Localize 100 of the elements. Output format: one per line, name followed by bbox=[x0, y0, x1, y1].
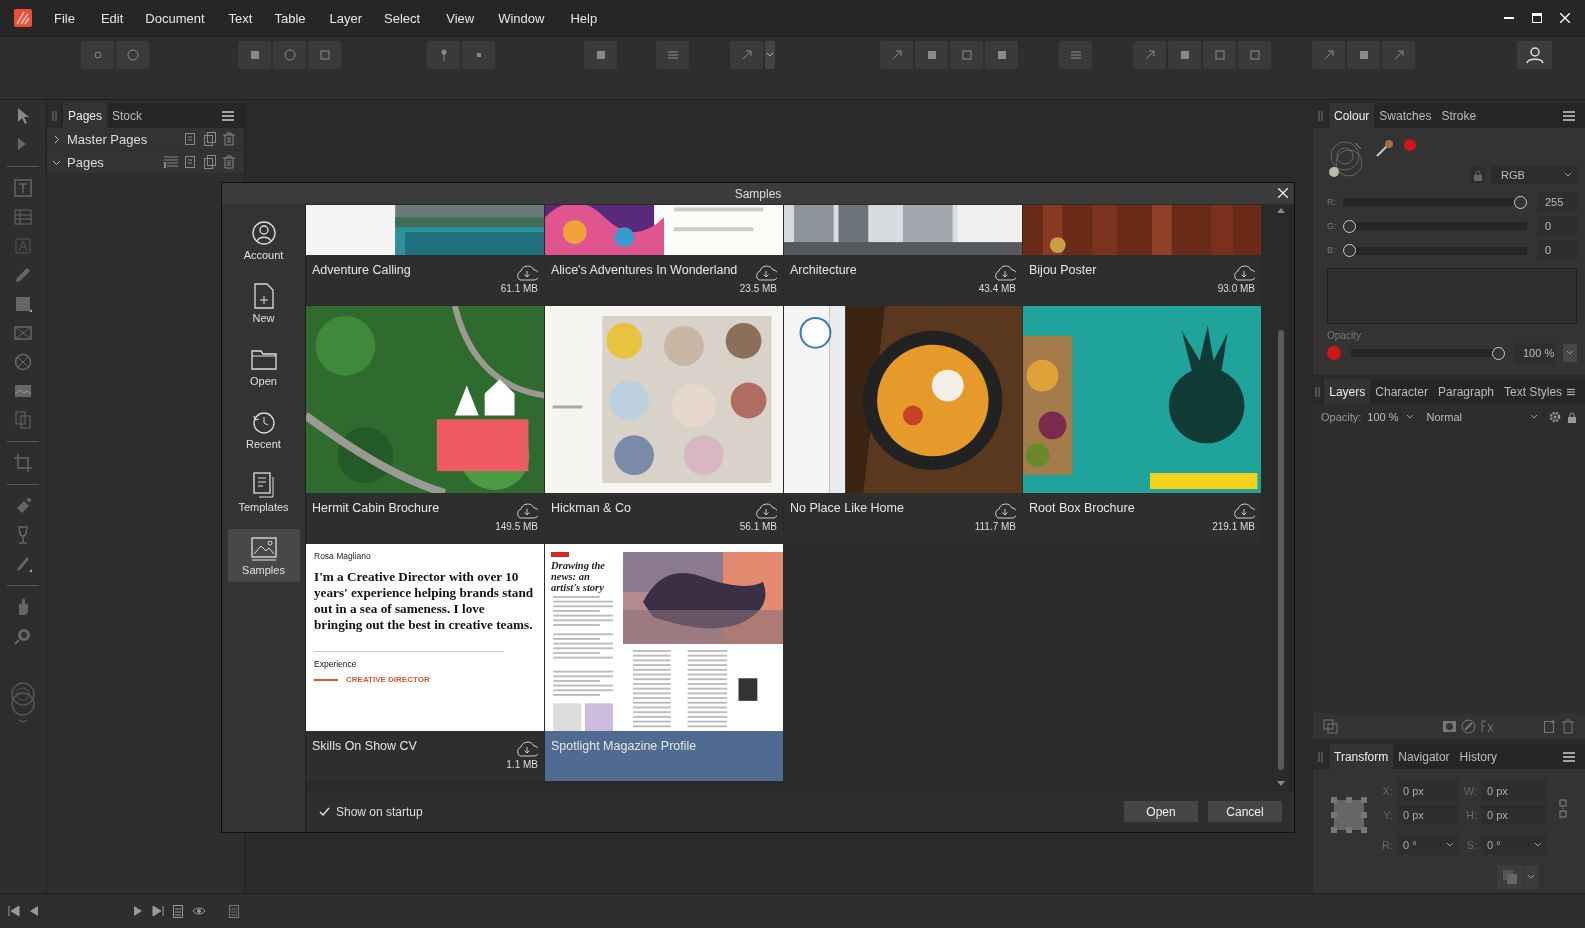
input-field[interactable]: 0 px bbox=[1397, 805, 1459, 825]
toolbar-button[interactable] bbox=[1133, 41, 1166, 69]
dropdown-field[interactable]: 0 ° bbox=[1481, 835, 1547, 855]
toolbar-button[interactable] bbox=[880, 41, 913, 69]
panel-tab[interactable]: Paragraph bbox=[1433, 379, 1500, 404]
slider-track[interactable] bbox=[1351, 346, 1505, 360]
dropdown-button[interactable] bbox=[765, 41, 775, 69]
toolbar-button[interactable] bbox=[273, 41, 306, 69]
toolbar-button[interactable] bbox=[1347, 41, 1380, 69]
toolbar-button[interactable] bbox=[1238, 41, 1271, 69]
slider-thumb[interactable] bbox=[1492, 346, 1505, 360]
colour-model-dropdown[interactable]: RGB bbox=[1491, 166, 1577, 184]
sample-tile[interactable]: Hickman & Co 56.1 MB bbox=[545, 306, 783, 543]
panel-tab[interactable]: Swatches bbox=[1374, 103, 1437, 128]
input-field[interactable]: 0 px bbox=[1481, 781, 1547, 801]
toolbar-button[interactable] bbox=[116, 41, 149, 69]
lock-icon bbox=[1567, 411, 1577, 423]
add-layer-icon bbox=[1543, 718, 1557, 734]
sample-tile[interactable]: Hermit Cabin Brochure 149.5 MB bbox=[306, 306, 544, 543]
slider-track[interactable] bbox=[1343, 243, 1527, 257]
menu-item[interactable]: Document bbox=[145, 10, 223, 26]
toolbar-button[interactable] bbox=[1168, 41, 1201, 69]
sample-tile[interactable]: Bijou Poster 93.0 MB bbox=[1023, 205, 1261, 305]
dropdown-field[interactable]: 0 ° bbox=[1397, 835, 1459, 855]
toolbar-button[interactable] bbox=[427, 41, 460, 69]
sample-tile[interactable]: Adventure Calling 61.1 MB bbox=[306, 205, 544, 305]
menu-item[interactable]: View bbox=[446, 10, 493, 26]
slider-label: B: bbox=[1327, 245, 1337, 255]
sample-tile[interactable]: No Place Like Home 111.7 MB bbox=[784, 306, 1022, 543]
toolbar-button[interactable] bbox=[81, 41, 114, 69]
toolbar-button[interactable] bbox=[1203, 41, 1236, 69]
value-field[interactable]: 100 % bbox=[1515, 343, 1555, 363]
menu-icon[interactable] bbox=[1567, 386, 1575, 397]
menu-item[interactable]: Select bbox=[384, 10, 439, 26]
panel-tab[interactable]: Pages bbox=[63, 103, 108, 128]
menu-icon[interactable] bbox=[1563, 751, 1575, 762]
slider-track[interactable] bbox=[1343, 219, 1527, 233]
panel-tab[interactable]: Colour bbox=[1329, 103, 1375, 128]
menu-icon[interactable] bbox=[222, 110, 234, 121]
sample-tile[interactable]: Root Box Brochure 219.1 MB bbox=[1023, 306, 1261, 543]
blend-mode-dropdown[interactable]: Normal bbox=[1418, 407, 1543, 427]
zoom-icon bbox=[13, 626, 33, 646]
panel-tab[interactable]: Transform bbox=[1329, 744, 1394, 769]
slider-thumb[interactable] bbox=[1343, 219, 1356, 233]
menu-item[interactable]: Text bbox=[228, 10, 271, 26]
nav-item[interactable]: Recent bbox=[227, 403, 300, 456]
panel-tab[interactable]: Stroke bbox=[1436, 103, 1482, 128]
toolbar-button[interactable] bbox=[238, 41, 271, 69]
toolbar-button[interactable] bbox=[985, 41, 1018, 69]
expand-toggle[interactable] bbox=[52, 134, 61, 144]
slider-track[interactable] bbox=[1343, 195, 1527, 209]
nav-item[interactable]: Open bbox=[227, 340, 300, 393]
dialog-button[interactable]: Open bbox=[1124, 801, 1198, 822]
slider-thumb[interactable] bbox=[1514, 195, 1527, 209]
panel-tab[interactable]: Layers bbox=[1324, 379, 1371, 404]
menu-item[interactable]: Edit bbox=[100, 10, 142, 26]
dropdown-button[interactable] bbox=[1563, 344, 1577, 362]
input-field[interactable]: 0 px bbox=[1481, 805, 1547, 825]
dialog-button[interactable]: Cancel bbox=[1208, 801, 1282, 822]
checkbox[interactable] bbox=[318, 805, 330, 818]
value-field[interactable]: 0 bbox=[1537, 216, 1577, 236]
panel-tab[interactable]: History bbox=[1454, 744, 1502, 769]
panel-tab[interactable]: Character bbox=[1370, 379, 1433, 404]
account-button[interactable] bbox=[1517, 41, 1552, 69]
file-size: 61.1 MB bbox=[500, 283, 538, 294]
opacity-dropdown[interactable]: 100 % bbox=[1367, 411, 1413, 423]
toolbar-button[interactable] bbox=[915, 41, 948, 69]
arrange-button[interactable] bbox=[1497, 865, 1523, 889]
toolbar-button[interactable] bbox=[1312, 41, 1345, 69]
panel-tab[interactable]: Stock bbox=[107, 103, 148, 128]
value-field[interactable]: 0 bbox=[1537, 240, 1577, 260]
nav-item[interactable]: New bbox=[227, 277, 300, 330]
toolbar-button[interactable] bbox=[1059, 41, 1092, 69]
toolbar-button[interactable] bbox=[1382, 41, 1415, 69]
nav-item[interactable]: Templates bbox=[227, 466, 300, 519]
toolbar-button[interactable] bbox=[584, 41, 617, 69]
sample-tile[interactable] bbox=[306, 544, 544, 781]
input-field[interactable]: 0 px bbox=[1397, 781, 1459, 801]
menu-item[interactable]: File bbox=[54, 10, 93, 26]
menu-item[interactable]: Table bbox=[274, 10, 324, 26]
nav-item[interactable]: Account bbox=[227, 214, 300, 267]
headline: Drawing the news: an artist's story bbox=[551, 559, 606, 593]
next-page-icon bbox=[132, 905, 144, 917]
menu-icon[interactable] bbox=[1563, 110, 1575, 121]
value-field[interactable]: 255 bbox=[1537, 192, 1577, 212]
menu-item[interactable]: Help bbox=[570, 10, 616, 26]
nav-item[interactable]: Samples bbox=[227, 529, 300, 582]
toolbar-button[interactable] bbox=[308, 41, 341, 69]
panel-tab[interactable]: Navigator bbox=[1393, 744, 1455, 769]
sample-tile[interactable]: Architecture 43.4 MB bbox=[784, 205, 1022, 305]
toolbar-button[interactable] bbox=[656, 41, 689, 69]
toolbar-button[interactable] bbox=[950, 41, 983, 69]
square-icon bbox=[1247, 48, 1262, 62]
close-button[interactable] bbox=[1278, 188, 1288, 198]
slider-thumb[interactable] bbox=[1343, 243, 1356, 257]
sample-tile[interactable]: Alice's Adventures In Wonderland 23.5 MB bbox=[545, 205, 783, 305]
panel-tab[interactable]: Text Styles bbox=[1499, 379, 1568, 404]
menu-item[interactable]: Window bbox=[498, 10, 563, 26]
toolbar-button[interactable] bbox=[730, 41, 763, 69]
menu-item[interactable]: Layer bbox=[329, 10, 381, 26]
